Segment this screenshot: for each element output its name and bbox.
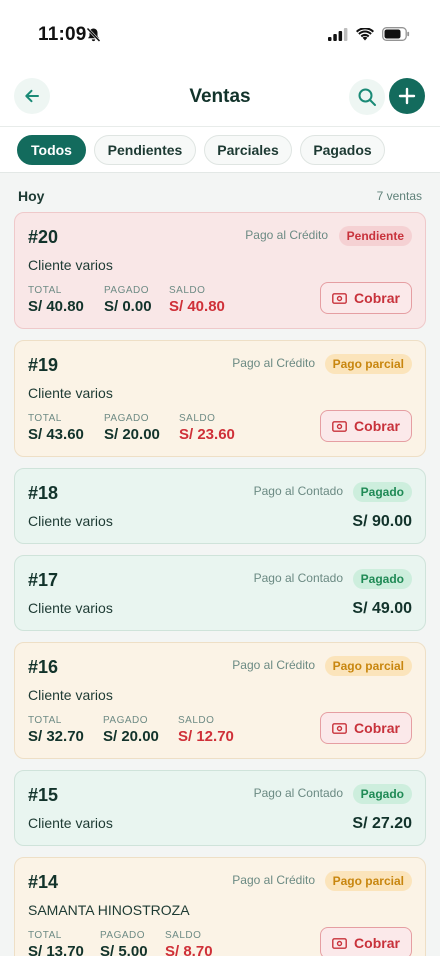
sale-card[interactable]: #15 Pago al Contado Pagado Cliente vario… [14, 770, 426, 846]
total-value: S/ 32.70 [28, 728, 84, 745]
collect-button[interactable]: Cobrar [320, 927, 412, 956]
client-name: Cliente varios [28, 687, 113, 703]
balance-label: SALDO [179, 413, 216, 424]
filter-chip-pagados[interactable]: Pagados [300, 135, 385, 165]
status-badge: Pago parcial [324, 871, 412, 891]
balance-value: S/ 40.80 [169, 298, 225, 315]
client-name: Cliente varios [28, 257, 113, 273]
total-value: S/ 27.20 [352, 815, 412, 832]
paid-label: PAGADO [104, 285, 150, 296]
status-badge: Pago parcial [324, 656, 412, 676]
balance-label: SALDO [169, 285, 206, 296]
filter-chip-pendientes[interactable]: Pendientes [94, 135, 196, 165]
paid-value: S/ 0.00 [104, 298, 152, 315]
paid-value: S/ 5.00 [100, 943, 148, 956]
client-name: SAMANTA HINOSTROZA [28, 902, 190, 918]
paid-value: S/ 20.00 [104, 426, 160, 443]
total-label: TOTAL [28, 715, 62, 726]
status-badge: Pagado [352, 784, 412, 804]
client-name: Cliente varios [28, 385, 113, 401]
paid-value: S/ 20.00 [103, 728, 159, 745]
status-badge: Pagado [352, 569, 412, 589]
sale-card[interactable]: #16 Pago al Crédito Pago parcial Cliente… [14, 642, 426, 759]
battery-icon [382, 27, 410, 46]
sale-number: #20 [28, 227, 59, 247]
payment-type: Pago al Crédito [232, 658, 315, 672]
balance-label: SALDO [165, 930, 202, 941]
plus-icon [398, 87, 416, 105]
collect-label: Cobrar [354, 290, 400, 306]
sale-number: #14 [28, 872, 59, 892]
sale-card[interactable]: #20 Pago al Crédito Pendiente Cliente va… [14, 212, 426, 329]
paid-label: PAGADO [103, 715, 149, 726]
sale-number: #19 [28, 355, 59, 375]
status-time: 11:09 [38, 24, 87, 45]
paid-label: PAGADO [104, 413, 150, 424]
sale-card[interactable]: #17 Pago al Contado Pagado Cliente vario… [14, 555, 426, 631]
collect-button[interactable]: Cobrar [320, 282, 412, 314]
status-bar: 11:09 [0, 0, 440, 70]
sale-number: #17 [28, 570, 59, 590]
cash-icon [332, 722, 347, 734]
collect-label: Cobrar [354, 418, 400, 434]
balance-value: S/ 8.70 [165, 943, 213, 956]
total-value: S/ 90.00 [352, 513, 412, 530]
sale-number: #15 [28, 785, 59, 805]
filter-chip-todos[interactable]: Todos [17, 135, 86, 165]
collect-label: Cobrar [354, 720, 400, 736]
total-value: S/ 49.00 [352, 600, 412, 617]
cash-icon [332, 420, 347, 432]
collect-label: Cobrar [354, 935, 400, 951]
section-label: Hoy [18, 188, 45, 204]
status-badge: Pago parcial [324, 354, 412, 374]
app-header: Ventas [0, 70, 440, 126]
bell-muted-icon [86, 27, 101, 48]
paid-label: PAGADO [100, 930, 146, 941]
client-name: Cliente varios [28, 513, 113, 529]
search-button[interactable] [349, 79, 385, 115]
cash-icon [332, 937, 347, 949]
filter-tabs: Todos Pendientes Parciales Pagados [0, 126, 440, 173]
sale-card[interactable]: #19 Pago al Crédito Pago parcial Cliente… [14, 340, 426, 457]
search-icon [358, 88, 376, 106]
collect-button[interactable]: Cobrar [320, 712, 412, 744]
payment-type: Pago al Contado [253, 484, 343, 498]
filter-chip-parciales[interactable]: Parciales [204, 135, 292, 165]
sale-number: #16 [28, 657, 59, 677]
total-value: S/ 40.80 [28, 298, 84, 315]
total-value: S/ 43.60 [28, 426, 84, 443]
total-label: TOTAL [28, 413, 62, 424]
sale-card[interactable]: #14 Pago al Crédito Pago parcial SAMANTA… [14, 857, 426, 956]
client-name: Cliente varios [28, 600, 113, 616]
client-name: Cliente varios [28, 815, 113, 831]
add-sale-button[interactable] [389, 78, 425, 114]
payment-type: Pago al Crédito [232, 356, 315, 370]
total-label: TOTAL [28, 285, 62, 296]
cellular-signal-icon [328, 27, 348, 46]
balance-value: S/ 23.60 [179, 426, 235, 443]
collect-button[interactable]: Cobrar [320, 410, 412, 442]
sale-number: #18 [28, 483, 59, 503]
status-badge: Pagado [352, 482, 412, 502]
sale-card[interactable]: #18 Pago al Contado Pagado Cliente vario… [14, 468, 426, 544]
payment-type: Pago al Crédito [232, 873, 315, 887]
cash-icon [332, 292, 347, 304]
section-count: 7 ventas [376, 189, 422, 203]
payment-type: Pago al Contado [253, 786, 343, 800]
payment-type: Pago al Crédito [245, 228, 328, 242]
status-badge: Pendiente [338, 226, 412, 246]
payment-type: Pago al Contado [253, 571, 343, 585]
balance-label: SALDO [178, 715, 215, 726]
total-value: S/ 13.70 [28, 943, 84, 956]
total-label: TOTAL [28, 930, 62, 941]
wifi-icon [356, 26, 374, 46]
balance-value: S/ 12.70 [178, 728, 234, 745]
